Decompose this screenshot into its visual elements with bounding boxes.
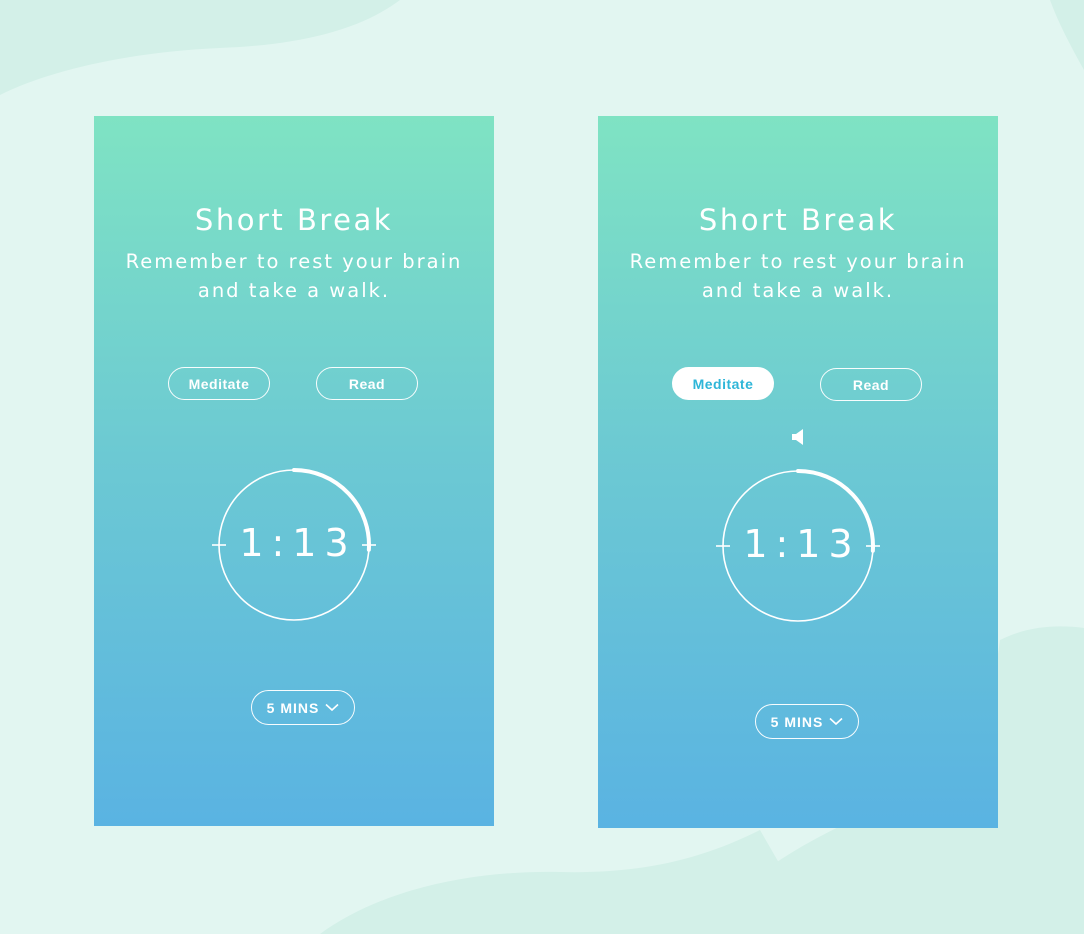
- meditate-button[interactable]: Meditate: [672, 367, 774, 400]
- countdown-timer: 1:13: [715, 466, 881, 626]
- screen-title: Short Break: [194, 203, 394, 237]
- read-button[interactable]: Read: [820, 368, 922, 401]
- break-screen-default: Short Break Remember to rest your brain …: [94, 116, 494, 826]
- timer-time: 1:13: [239, 521, 357, 565]
- subtitle-line-1: Remember to rest your brain: [125, 250, 463, 273]
- read-button[interactable]: Read: [316, 367, 418, 400]
- screen-subtitle: Remember to rest your brain and take a w…: [114, 247, 474, 305]
- chevron-down-icon: [325, 703, 339, 712]
- duration-dropdown[interactable]: 5 MINS: [251, 690, 355, 725]
- meditate-button[interactable]: Meditate: [168, 367, 270, 400]
- screen-title: Short Break: [698, 203, 898, 237]
- chevron-down-icon: [829, 717, 843, 726]
- screen-subtitle: Remember to rest your brain and take a w…: [618, 247, 978, 305]
- timer-time: 1:13: [743, 522, 861, 566]
- countdown-timer: 1:13: [211, 465, 377, 625]
- subtitle-line-2: and take a walk.: [197, 279, 391, 302]
- subtitle-line-2: and take a walk.: [701, 279, 895, 302]
- duration-dropdown[interactable]: 5 MINS: [755, 704, 859, 739]
- break-screen-meditate: Short Break Remember to rest your brain …: [598, 116, 998, 828]
- speaker-icon[interactable]: [791, 428, 805, 446]
- duration-label: 5 MINS: [266, 699, 320, 716]
- subtitle-line-1: Remember to rest your brain: [629, 250, 967, 273]
- duration-label: 5 MINS: [770, 713, 824, 730]
